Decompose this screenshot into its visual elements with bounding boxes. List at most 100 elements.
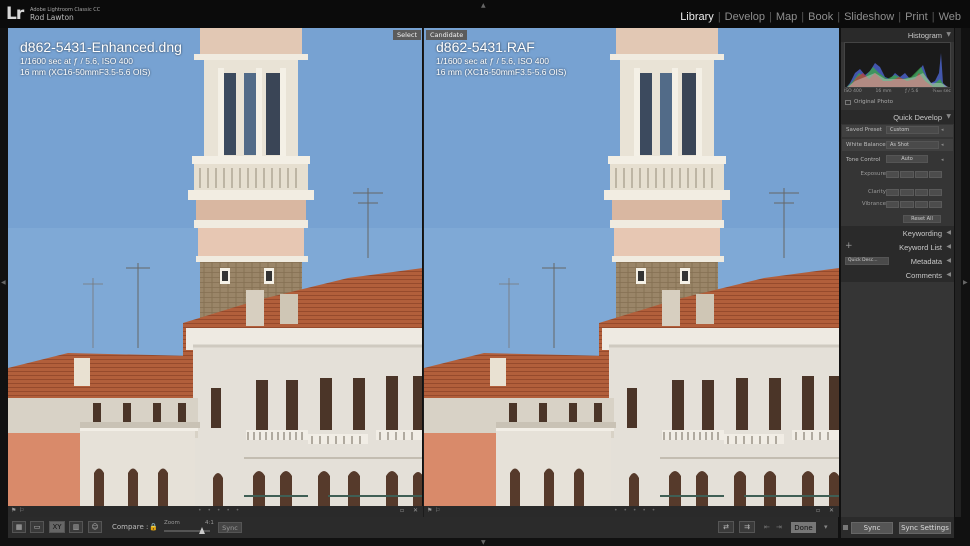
- expand-triangle-icon[interactable]: ◀: [946, 229, 951, 236]
- original-photo-label: Original Photo: [854, 99, 893, 105]
- select-photo[interactable]: [8, 28, 423, 506]
- module-map[interactable]: Map: [772, 11, 801, 23]
- lock-icon[interactable]: 🔒: [149, 523, 158, 531]
- flag-icon[interactable]: ⚑: [427, 507, 432, 514]
- toolbar: ▦ ▭ XY ▥ ☺ Compare : 🔒 Zoom 4:1 Sync ⇄ ⇉…: [8, 517, 838, 538]
- module-library[interactable]: Library: [676, 11, 718, 23]
- label-color-icon[interactable]: ▫: [400, 507, 404, 514]
- histogram-iso: ISO 400: [844, 89, 862, 94]
- exposure-label: Exposure: [860, 171, 886, 177]
- loupe-view-icon[interactable]: ▭: [30, 521, 44, 533]
- module-book[interactable]: Book: [804, 11, 837, 23]
- label-color-icon[interactable]: ▫: [816, 507, 820, 514]
- reject-flag-icon[interactable]: ⚐: [19, 507, 24, 514]
- histogram-focal: 16 mm: [875, 89, 892, 94]
- histogram-graph[interactable]: [844, 42, 951, 88]
- grid-view-icon[interactable]: ▦: [12, 521, 26, 533]
- keywording-header[interactable]: Keywording ◀: [841, 226, 954, 240]
- rating-stars[interactable]: • • • • •: [198, 507, 241, 514]
- collapse-triangle-icon[interactable]: ▼: [946, 31, 951, 38]
- candidate-lens: 16 mm (XC16-50mmF3.5-5.6 OIS): [436, 67, 567, 77]
- reset-all-button[interactable]: Reset All: [903, 215, 941, 223]
- add-keyword-icon[interactable]: +: [845, 241, 853, 251]
- zoom-value: 4:1: [205, 520, 214, 526]
- done-button[interactable]: Done: [791, 522, 816, 533]
- exposure-stepper[interactable]: [886, 171, 942, 178]
- candidate-filename: d862-5431.RAF: [436, 39, 535, 55]
- expand-triangle-icon[interactable]: ◀: [946, 271, 951, 278]
- expand-triangle-icon[interactable]: ◀: [946, 257, 951, 264]
- white-balance-select[interactable]: As Shot: [886, 141, 939, 149]
- select-tag: Select: [392, 30, 421, 40]
- close-icon[interactable]: ✕: [829, 507, 834, 514]
- top-panel-toggle-icon[interactable]: ▲: [481, 2, 486, 9]
- previous-icon[interactable]: ⇤: [764, 523, 770, 531]
- original-photo-checkbox[interactable]: [845, 100, 851, 105]
- saved-preset-select[interactable]: Custom: [886, 126, 939, 134]
- expand-triangle-icon[interactable]: ◀: [946, 243, 951, 250]
- saved-preset-label: Saved Preset: [846, 127, 882, 133]
- right-panel-scrollbar[interactable]: [955, 28, 961, 517]
- zoom-label: Zoom: [164, 520, 180, 526]
- flag-icon[interactable]: ⚑: [11, 507, 16, 514]
- select-pane[interactable]: Select d862-5431-Enhanced.dng 1/1600 sec…: [8, 28, 423, 517]
- toolbar-menu-icon[interactable]: ▾: [824, 523, 828, 531]
- filmstrip-toggle-icon[interactable]: ▼: [481, 539, 486, 546]
- histogram-exif: ISO 400 16 mm ƒ / 5.6 ¹⁄₁₆₀₀ sec: [844, 89, 951, 94]
- select-info-overlay: d862-5431-Enhanced.dng 1/1600 sec at ƒ /…: [20, 39, 182, 77]
- module-develop[interactable]: Develop: [721, 11, 769, 23]
- right-panel: Histogram ▼ ISO 400 16 mm ƒ / 5.6 ¹⁄₁₆₀₀…: [841, 28, 954, 517]
- module-slideshow[interactable]: Slideshow: [840, 11, 898, 23]
- survey-view-icon[interactable]: ▥: [69, 521, 83, 533]
- sync-bar: Sync Sync Settings: [841, 517, 954, 538]
- chevron-down-icon[interactable]: ◂: [941, 157, 944, 163]
- candidate-info-overlay: d862-5431.RAF 1/1600 sec at ƒ / 5.6, ISO…: [436, 39, 566, 77]
- vibrance-label: Vibrance: [861, 201, 886, 207]
- chevron-down-icon[interactable]: ◂: [941, 142, 944, 148]
- metadata-preset-select[interactable]: Quick Desc...: [845, 257, 889, 265]
- swap-icon[interactable]: ⇄: [718, 521, 734, 533]
- chevron-down-icon[interactable]: ◂: [941, 127, 944, 133]
- sync-button[interactable]: Sync: [851, 522, 893, 534]
- select-exposure: 1/1600 sec at ƒ / 5.6, ISO 400: [20, 56, 133, 66]
- keywording-title: Keywording: [902, 229, 942, 238]
- collapse-triangle-icon[interactable]: ▼: [946, 113, 951, 120]
- metadata-title: Metadata: [910, 257, 942, 266]
- select-filename: d862-5431-Enhanced.dng: [20, 39, 182, 55]
- histogram-title: Histogram: [907, 31, 942, 40]
- candidate-pane-footer: ⚑ ⚐ • • • • • ▫ ✕: [424, 506, 839, 517]
- comments-title: Comments: [905, 271, 942, 280]
- make-select-icon[interactable]: ⇉: [739, 521, 755, 533]
- module-picker: Library | Develop | Map | Book | Slidesh…: [676, 11, 965, 23]
- next-icon[interactable]: ⇥: [776, 523, 782, 531]
- left-panel-toggle-icon[interactable]: ◀: [1, 279, 6, 286]
- keyword-list-title: Keyword List: [899, 243, 942, 252]
- module-print[interactable]: Print: [901, 11, 932, 23]
- quick-develop-header[interactable]: Quick Develop ▼: [841, 110, 954, 124]
- clarity-label: Clarity: [868, 189, 886, 195]
- sync-settings-button[interactable]: Sync Settings: [899, 522, 951, 534]
- tone-control-label: Tone Control: [846, 157, 881, 163]
- candidate-pane[interactable]: Candidate d862-5431.RAF 1/1600 sec at ƒ …: [424, 28, 839, 517]
- reject-flag-icon[interactable]: ⚐: [435, 507, 440, 514]
- people-view-icon[interactable]: ☺: [88, 521, 102, 533]
- white-balance-label: White Balance: [846, 142, 886, 148]
- close-icon[interactable]: ✕: [413, 507, 418, 514]
- vibrance-stepper[interactable]: [886, 201, 942, 208]
- keyword-list-header[interactable]: + Keyword List ◀: [841, 240, 954, 254]
- comments-header[interactable]: Comments ◀: [841, 268, 954, 282]
- sync-zoom-button[interactable]: Sync: [218, 522, 242, 533]
- candidate-exposure: 1/1600 sec at ƒ / 5.6, ISO 400: [436, 56, 549, 66]
- histogram-header[interactable]: Histogram ▼: [841, 28, 954, 42]
- module-web[interactable]: Web: [935, 11, 965, 23]
- auto-sync-switch[interactable]: [843, 525, 848, 530]
- candidate-photo[interactable]: [424, 28, 839, 506]
- right-panel-toggle-icon[interactable]: ▶: [963, 279, 968, 286]
- compare-view: Select d862-5431-Enhanced.dng 1/1600 sec…: [8, 28, 839, 517]
- quick-develop-title: Quick Develop: [893, 113, 942, 122]
- histogram-shutter: ¹⁄₁₆₀₀ sec: [932, 89, 951, 94]
- compare-view-icon[interactable]: XY: [49, 521, 65, 533]
- auto-tone-button[interactable]: Auto: [886, 155, 928, 163]
- rating-stars[interactable]: • • • • •: [614, 507, 657, 514]
- clarity-stepper[interactable]: [886, 189, 942, 196]
